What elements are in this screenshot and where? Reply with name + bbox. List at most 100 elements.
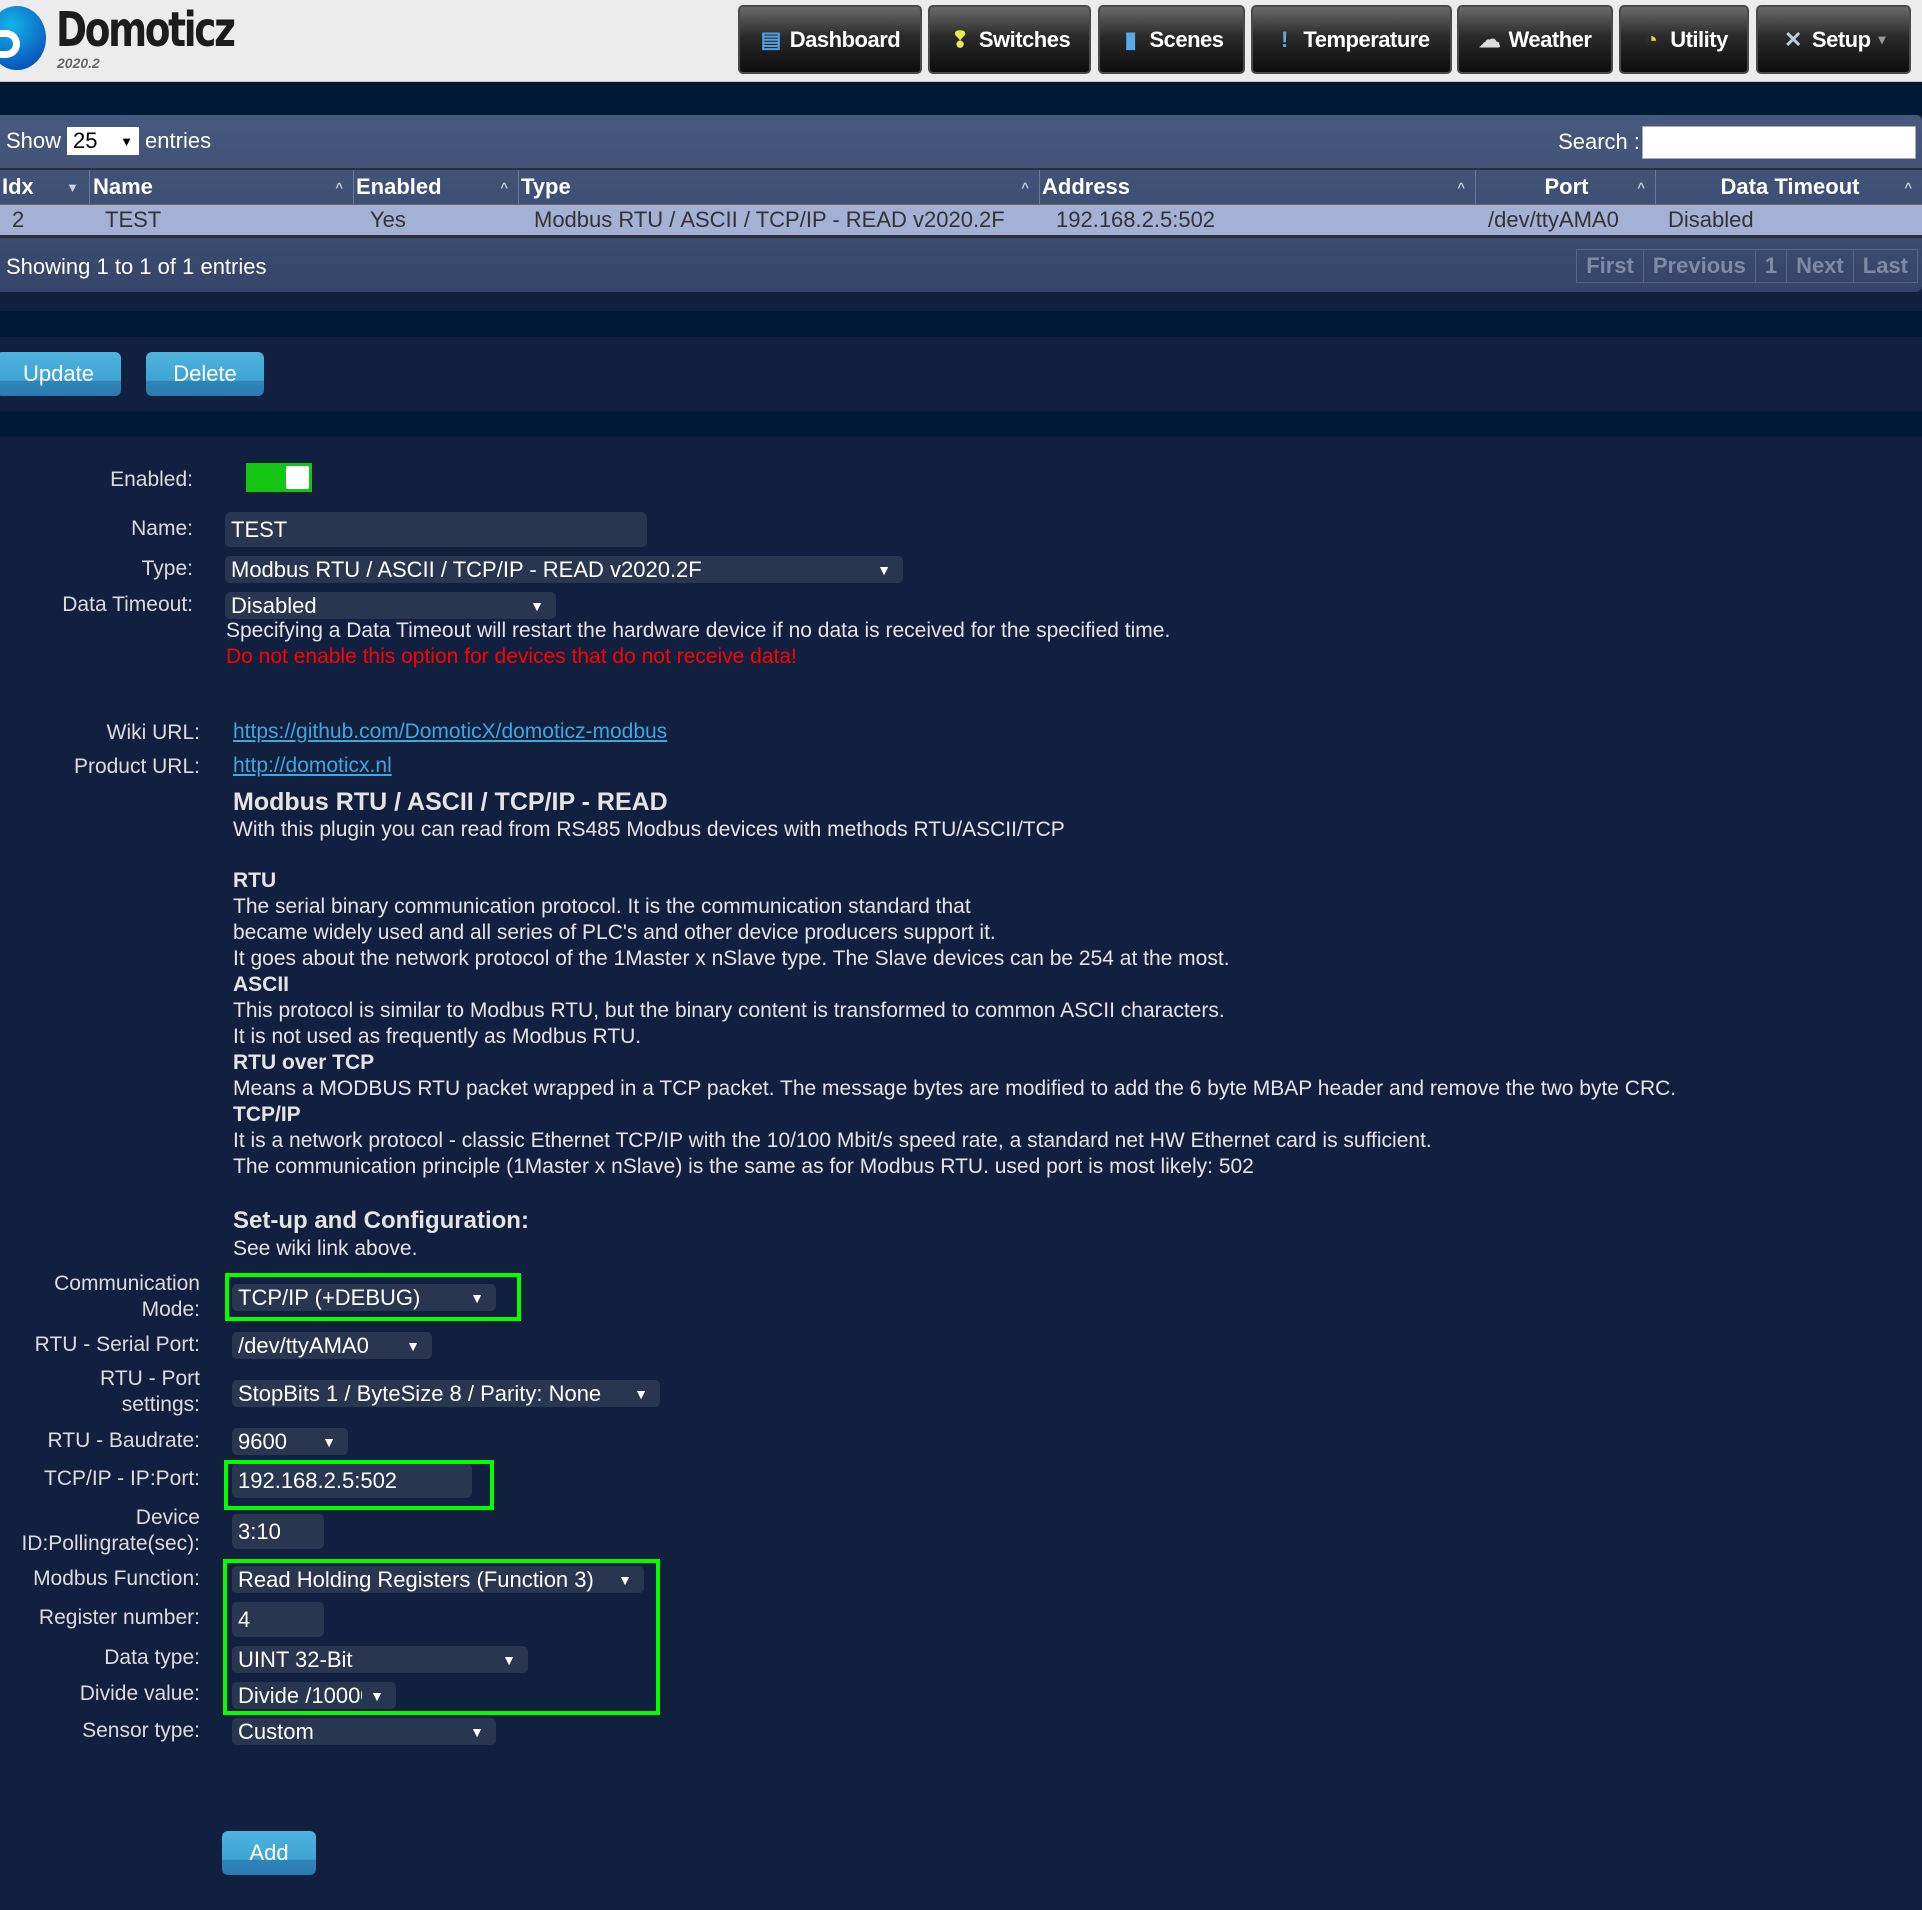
cell-address: 192.168.2.5:502 [1056,207,1216,232]
serial-port-select[interactable]: /dev/ttyAMA0 ▼ [232,1332,432,1359]
register-number-input[interactable] [232,1602,324,1637]
label-line: Device [135,1506,200,1529]
ip-port-input[interactable] [232,1464,472,1498]
comm-mode-value: TCP/IP (+DEBUG) [238,1284,421,1310]
pager-previous[interactable]: Previous [1644,250,1756,282]
device-id-input[interactable] [232,1514,324,1549]
search-input[interactable] [1642,126,1916,159]
sensor-type-label: Sensor type: [82,1719,200,1742]
port-settings-select[interactable]: StopBits 1 / ByteSize 8 / Parity: None ▼ [232,1380,660,1407]
baudrate-label: RTU - Baudrate: [47,1429,200,1452]
nav-label: Temperature [1303,26,1430,52]
column-address[interactable]: Address ^ [1040,170,1476,204]
chevron-down-icon: ▼ [322,1433,336,1450]
pager-last[interactable]: Last [1854,250,1917,282]
name-label: Name: [131,517,193,540]
label-line: Communication [54,1272,200,1295]
port-settings-value: StopBits 1 / ByteSize 8 / Parity: None [238,1380,602,1406]
cell-type: Modbus RTU / ASCII / TCP/IP - READ v2020… [534,207,1005,232]
port-settings-label: RTU - Port settings: [0,1366,200,1418]
column-idx[interactable]: Idx ▼ [0,170,90,204]
chevron-down-icon: ▾ [1878,31,1886,47]
page-size-value: 25 [73,128,98,153]
comm-mode-select[interactable]: TCP/IP (+DEBUG) ▼ [232,1284,496,1311]
divider [0,311,1922,337]
sensor-type-select[interactable]: Custom ▼ [232,1718,496,1745]
pager-next[interactable]: Next [1787,250,1854,282]
nav-switches[interactable]: ❢ Switches [928,5,1091,74]
section-rtu-title: RTU [233,869,277,892]
sort-icon: ^ [1457,179,1465,195]
section-rtu-tcp-title: RTU over TCP [233,1051,375,1074]
sort-icon: ^ [335,179,343,195]
app-version: 2020.2 [57,55,100,71]
weather-icon: ☁ [1478,26,1501,52]
divide-value: Divide /10000 [238,1682,362,1708]
data-timeout-value: Disabled [231,592,317,618]
label-line: ID:Pollingrate(sec): [21,1532,200,1555]
pagination: First Previous 1 Next Last [1576,249,1918,283]
dashboard-icon: ▤ [760,26,782,52]
entries-label: entries [145,128,212,153]
register-number-label: Register number: [38,1606,200,1629]
table-row[interactable]: 2 TEST Yes Modbus RTU / ASCII / TCP/IP -… [0,205,1922,238]
section-rtu-tcp-line: Means a MODBUS RTU packet wrapped in a T… [233,1077,1677,1100]
add-button[interactable]: Add [222,1831,316,1875]
nav-dashboard[interactable]: ▤ Dashboard [738,5,922,74]
page-size-select[interactable]: 25 ▼ [67,127,140,155]
nav-utility[interactable]: ◔ Utility [1619,5,1749,74]
divide-value-select[interactable]: Divide /10000 ▼ [232,1682,396,1709]
label-line: settings: [121,1393,200,1416]
data-timeout-select[interactable]: Disabled ▼ [225,592,556,619]
type-select[interactable]: Modbus RTU / ASCII / TCP/IP - READ v2020… [225,556,903,583]
baudrate-select[interactable]: 9600 ▼ [232,1428,348,1455]
nav-scenes[interactable]: ▮ Scenes [1098,5,1245,74]
section-ascii-line: This protocol is similar to Modbus RTU, … [233,999,1225,1022]
column-data-timeout[interactable]: Data Timeout ^ [1656,170,1922,204]
column-enabled[interactable]: Enabled ^ [354,170,519,204]
modbus-function-select[interactable]: Read Holding Registers (Function 3) ▼ [232,1566,644,1593]
hardware-table-panel: Show 25 ▼ entries Search : Idx ▼ Name ^ En… [0,115,1922,292]
column-label: Address [1042,174,1131,199]
product-url-link[interactable]: http://domoticx.nl [233,754,392,778]
pager-first[interactable]: First [1577,250,1644,282]
label-line: Mode: [141,1298,200,1321]
data-timeout-warning: Do not enable this option for devices th… [226,645,797,668]
nav-label: Utility [1670,26,1728,52]
serial-port-label: RTU - Serial Port: [34,1333,200,1356]
enabled-toggle[interactable] [246,463,312,492]
delete-button[interactable]: Delete [146,352,264,396]
cell-data-timeout: Disabled [1668,207,1754,232]
wiki-url-link[interactable]: https://github.com/DomoticX/domoticz-mod… [233,720,667,744]
section-rtu-line: The serial binary communication protocol… [233,895,971,918]
chevron-down-icon: ▼ [502,1651,516,1668]
divider [0,82,1922,115]
data-timeout-help: Specifying a Data Timeout will restart t… [226,619,1171,642]
nav-setup[interactable]: ✕ Setup ▾ [1756,5,1911,74]
data-type-select[interactable]: UINT 32-Bit ▼ [232,1646,528,1673]
pager-page-1[interactable]: 1 [1756,250,1788,282]
sort-icon: ^ [1637,179,1645,195]
setup-title: Set-up and Configuration: [233,1207,529,1234]
enabled-label: Enabled: [110,468,193,491]
data-timeout-label: Data Timeout: [62,593,193,616]
column-port[interactable]: Port ^ [1476,170,1656,204]
tools-icon: ✕ [1783,26,1802,52]
column-type[interactable]: Type ^ [519,170,1040,204]
nav-weather[interactable]: ☁ Weather [1457,5,1613,74]
divide-value-label: Divide value: [79,1682,200,1705]
nav-label: Dashboard [789,26,901,52]
nav-temperature[interactable]: ǃ Temperature [1251,5,1452,74]
lightbulb-icon: ❢ [950,26,969,52]
cell-enabled: Yes [370,207,406,232]
column-name[interactable]: Name ^ [90,170,354,204]
divider [0,411,1922,437]
domoticz-logo-icon[interactable] [0,6,46,70]
chevron-down-icon: ▼ [370,1687,384,1704]
label-line: RTU - Port [100,1367,200,1390]
type-select-value: Modbus RTU / ASCII / TCP/IP - READ v2020… [231,556,702,582]
update-button[interactable]: Update [0,352,121,396]
modbus-function-value: Read Holding Registers (Function 3) [238,1566,594,1592]
search-label: Search : [1558,129,1640,154]
name-input[interactable] [225,512,647,547]
